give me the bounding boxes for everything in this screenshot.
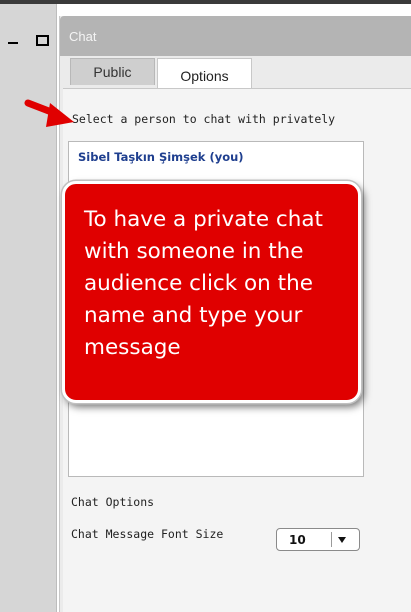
chat-header: Chat (60, 16, 411, 56)
tab-public[interactable]: Public (70, 58, 155, 85)
chevron-down-icon[interactable] (338, 537, 346, 543)
annotation-callout: To have a private chat with someone in t… (62, 181, 361, 403)
tab-options[interactable]: Options (157, 58, 252, 89)
chat-title: Chat (69, 29, 97, 44)
annotation-text: To have a private chat with someone in t… (84, 207, 323, 360)
minimize-icon[interactable] (8, 42, 18, 44)
annotation-arrow-icon (24, 99, 74, 127)
font-size-label: Chat Message Font Size (71, 527, 224, 541)
font-size-value: 10 (289, 533, 306, 547)
select-person-label: Select a person to chat with privately (72, 112, 336, 126)
app-window: Chat Public Options Select a person to c… (0, 0, 411, 612)
user-list-item[interactable]: Sibel Taşkın Şimşek (you) (78, 150, 244, 164)
top-border (0, 0, 411, 4)
select-divider (331, 532, 332, 547)
font-size-select[interactable]: 10 (276, 528, 360, 551)
chat-options-label: Chat Options (71, 495, 155, 509)
maximize-icon[interactable] (36, 35, 49, 46)
